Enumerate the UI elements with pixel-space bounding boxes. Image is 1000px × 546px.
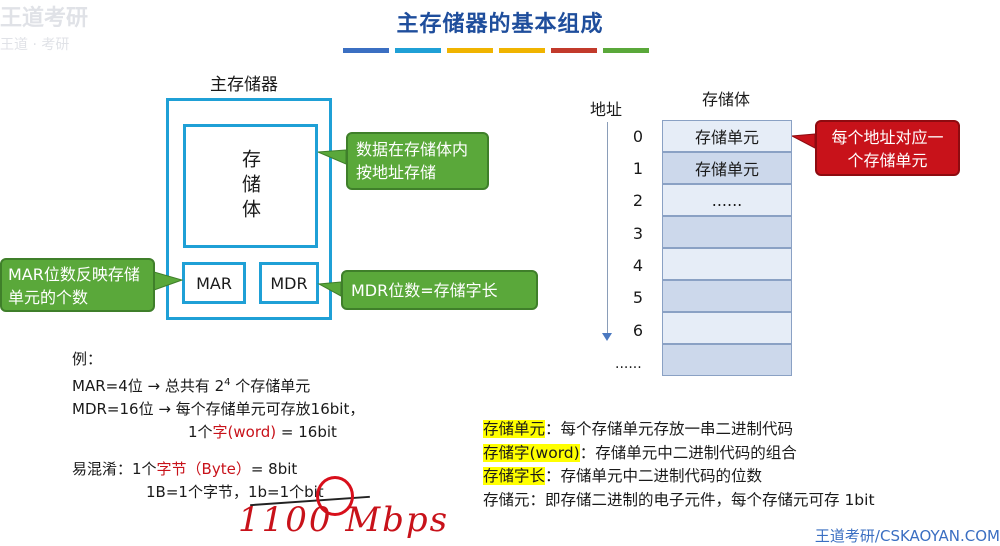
address-3: 3 <box>632 224 644 243</box>
definition-term: 存储字(word) <box>483 443 580 462</box>
callout-address-pointer <box>790 133 816 149</box>
definitions-list: 存储单元：每个存储单元存放一串二进制代码 存储字(word)：存储单元中二进制代… <box>483 418 875 512</box>
address-0: 0 <box>632 127 644 146</box>
example-confuse-a: 易混淆：1个 <box>72 460 157 478</box>
callout-store-pointer <box>317 149 347 165</box>
callout-mdr-bits: MDR位数=存储字长 <box>341 270 538 310</box>
example-notes: 例： MAR=4位 → 总共有 24 个存储单元 MDR=16位 → 每个存储单… <box>72 348 364 504</box>
address-axis-line <box>607 122 608 338</box>
address-4: 4 <box>632 256 644 275</box>
definition-text: ：存储单元中二进制代码的组合 <box>579 443 797 462</box>
example-word-b: = 16bit <box>276 423 337 441</box>
address-5: 5 <box>632 288 644 307</box>
callout-mar-bits: MAR位数反映存储单元的个数 <box>0 258 155 312</box>
example-line-word: 1个字(word) = 16bit <box>72 421 364 444</box>
example-line-mar: MAR=4位 → 总共有 24 个存储单元 <box>72 371 364 398</box>
address-header: 地址 <box>590 100 623 119</box>
example-mar-b: 个存储单元 <box>230 377 311 395</box>
example-line-confuse: 易混淆：1个字节（Byte）= 8bit <box>72 458 364 481</box>
definition-term: 存储元 <box>483 490 530 509</box>
address-1: 1 <box>632 159 644 178</box>
memory-cell-1: 存储单元 <box>662 152 792 184</box>
example-word-term: 字(word) <box>212 423 277 441</box>
memory-cell-2: ...... <box>662 184 792 216</box>
memory-cell-5 <box>662 280 792 312</box>
address-6: 6 <box>632 321 644 340</box>
definition-text: ：每个存储单元存放一串二进制代码 <box>545 420 794 438</box>
memory-cell-7 <box>662 344 792 376</box>
definition-text: ：即存储二进制的电子元件，每个存储元可存 1bit <box>529 490 875 509</box>
callout-mar-pointer <box>153 271 184 291</box>
example-mar-a: MAR=4位 → 总共有 2 <box>72 377 225 395</box>
memory-cell-3 <box>662 216 792 248</box>
example-confuse-b: = 8bit <box>250 460 298 478</box>
memory-cell-4 <box>662 248 792 280</box>
definition-text: ：存储单元中二进制代码的位数 <box>545 467 763 485</box>
watermark-bottom-right: 王道考研/CSKAOYAN.COM <box>814 527 1000 545</box>
example-confuse-term: 字节（Byte） <box>156 460 251 478</box>
definition-storage-word: 存储字(word)：存储单元中二进制代码的组合 <box>483 442 875 466</box>
example-label: 例： <box>72 350 103 368</box>
definition-storage-element: 存储元：即存储二进制的电子元件，每个存储元可存 1bit <box>483 489 875 513</box>
address-2: 2 <box>632 191 644 210</box>
example-line-mdr: MDR=16位 → 每个存储单元可存放16bit， <box>72 400 365 418</box>
storage-body-header: 存储体 <box>702 90 751 109</box>
definition-storage-unit: 存储单元：每个存储单元存放一串二进制代码 <box>483 418 875 442</box>
definition-term: 存储字长 <box>483 467 546 485</box>
handwritten-annotation: 1100 Mbps <box>238 500 450 540</box>
callout-storage-by-address: 数据在存储体内按地址存储 <box>346 132 489 190</box>
memory-cell-0: 存储单元 <box>662 120 792 152</box>
memory-cell-6 <box>662 312 792 344</box>
example-word-a: 1个 <box>188 423 213 441</box>
address-more: ...... <box>615 356 642 372</box>
definition-term: 存储单元 <box>483 420 546 438</box>
callout-mdr-pointer <box>317 281 342 297</box>
address-axis-arrow <box>602 333 612 341</box>
callout-address-per-unit: 每个地址对应一个存储单元 <box>815 120 960 176</box>
definition-word-length: 存储字长：存储单元中二进制代码的位数 <box>483 465 875 489</box>
